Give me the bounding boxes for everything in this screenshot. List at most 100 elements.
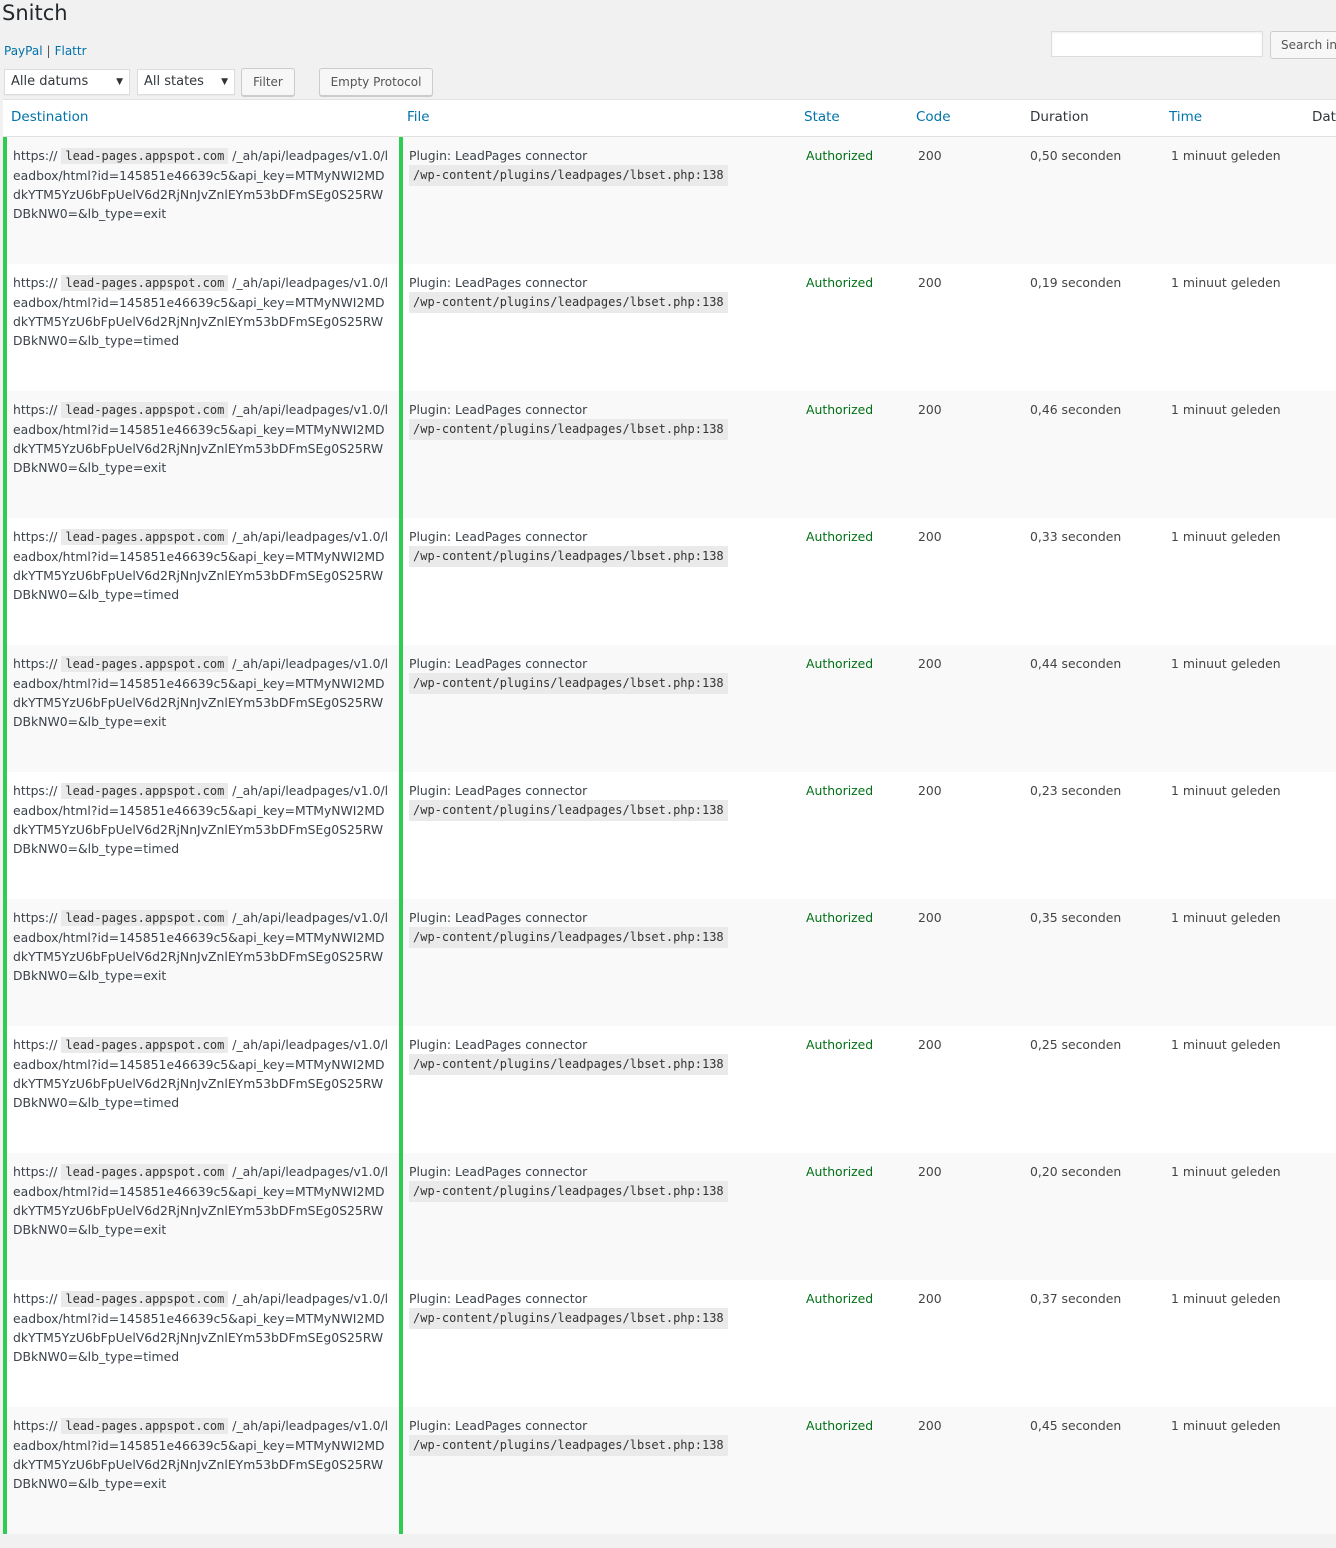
destination-host: lead-pages.appspot.com bbox=[61, 910, 229, 926]
column-file[interactable]: File bbox=[407, 109, 430, 125]
duration-cell: 0,19 seconden bbox=[1030, 275, 1122, 290]
empty-protocol-button[interactable]: Empty Protocol bbox=[319, 68, 433, 96]
state-cell: Authorized bbox=[806, 1164, 874, 1179]
status-indicator bbox=[3, 1407, 7, 1534]
column-state[interactable]: State bbox=[804, 109, 840, 125]
file-cell: Plugin: LeadPages connector/wp-content/p… bbox=[409, 908, 728, 948]
file-label: Plugin: LeadPages connector bbox=[409, 1291, 588, 1306]
destination-host: lead-pages.appspot.com bbox=[61, 1291, 229, 1307]
table-row: https:// lead-pages.appspot.com /_ah/api… bbox=[3, 1280, 1336, 1407]
file-path: /wp-content/plugins/leadpages/lbset.php:… bbox=[409, 1308, 728, 1329]
state-cell: Authorized bbox=[806, 1418, 874, 1433]
file-label: Plugin: LeadPages connector bbox=[409, 910, 588, 925]
chevron-down-icon: ▼ bbox=[116, 77, 123, 87]
time-cell: 1 minuut geleden bbox=[1171, 1037, 1281, 1052]
code-cell: 200 bbox=[918, 1164, 942, 1179]
file-cell: Plugin: LeadPages connector/wp-content/p… bbox=[409, 273, 728, 313]
file-label: Plugin: LeadPages connector bbox=[409, 148, 588, 163]
file-path: /wp-content/plugins/leadpages/lbset.php:… bbox=[409, 546, 728, 567]
date-filter-select[interactable]: Alle datums ▼ bbox=[4, 69, 130, 95]
table-body: https:// lead-pages.appspot.com /_ah/api… bbox=[3, 137, 1336, 1534]
search-button[interactable]: Search in bbox=[1270, 31, 1336, 59]
time-cell: 1 minuut geleden bbox=[1171, 910, 1281, 925]
time-cell: 1 minuut geleden bbox=[1171, 783, 1281, 798]
table-header: Destination File State Code Duration Tim… bbox=[3, 100, 1336, 137]
time-cell: 1 minuut geleden bbox=[1171, 148, 1281, 163]
time-cell: 1 minuut geleden bbox=[1171, 275, 1281, 290]
time-cell: 1 minuut geleden bbox=[1171, 656, 1281, 671]
file-path: /wp-content/plugins/leadpages/lbset.php:… bbox=[409, 673, 728, 694]
time-cell: 1 minuut geleden bbox=[1171, 529, 1281, 544]
code-cell: 200 bbox=[918, 1037, 942, 1052]
code-cell: 200 bbox=[918, 1418, 942, 1433]
filter-button[interactable]: Filter bbox=[241, 68, 295, 96]
status-indicator bbox=[3, 1026, 7, 1153]
destination-cell: https:// lead-pages.appspot.com /_ah/api… bbox=[13, 908, 391, 985]
search-input[interactable] bbox=[1051, 31, 1263, 57]
duration-cell: 0,45 seconden bbox=[1030, 1418, 1122, 1433]
destination-scheme: https:// bbox=[13, 656, 58, 671]
column-time[interactable]: Time bbox=[1169, 109, 1202, 125]
table-row: https:// lead-pages.appspot.com /_ah/api… bbox=[3, 391, 1336, 518]
file-label: Plugin: LeadPages connector bbox=[409, 1164, 588, 1179]
duration-cell: 0,37 seconden bbox=[1030, 1291, 1122, 1306]
destination-cell: https:// lead-pages.appspot.com /_ah/api… bbox=[13, 1416, 391, 1493]
destination-cell: https:// lead-pages.appspot.com /_ah/api… bbox=[13, 654, 391, 731]
file-label: Plugin: LeadPages connector bbox=[409, 783, 588, 798]
file-label: Plugin: LeadPages connector bbox=[409, 656, 588, 671]
status-indicator bbox=[3, 264, 7, 391]
file-path: /wp-content/plugins/leadpages/lbset.php:… bbox=[409, 927, 728, 948]
destination-scheme: https:// bbox=[13, 402, 58, 417]
state-filter-select[interactable]: All states ▼ bbox=[137, 69, 235, 95]
flattr-link[interactable]: Flattr bbox=[55, 44, 87, 58]
file-label: Plugin: LeadPages connector bbox=[409, 529, 588, 544]
state-filter-value: All states bbox=[144, 74, 204, 89]
destination-scheme: https:// bbox=[13, 1291, 58, 1306]
code-cell: 200 bbox=[918, 910, 942, 925]
file-path: /wp-content/plugins/leadpages/lbset.php:… bbox=[409, 292, 728, 313]
time-cell: 1 minuut geleden bbox=[1171, 402, 1281, 417]
table-row: https:// lead-pages.appspot.com /_ah/api… bbox=[3, 1153, 1336, 1280]
destination-host: lead-pages.appspot.com bbox=[61, 275, 229, 291]
destination-cell: https:// lead-pages.appspot.com /_ah/api… bbox=[13, 146, 391, 223]
destination-cell: https:// lead-pages.appspot.com /_ah/api… bbox=[13, 1035, 391, 1112]
state-cell: Authorized bbox=[806, 783, 874, 798]
table-row: https:// lead-pages.appspot.com /_ah/api… bbox=[3, 772, 1336, 899]
column-destination[interactable]: Destination bbox=[11, 109, 88, 125]
table-row: https:// lead-pages.appspot.com /_ah/api… bbox=[3, 137, 1336, 264]
code-cell: 200 bbox=[918, 402, 942, 417]
duration-cell: 0,46 seconden bbox=[1030, 402, 1122, 417]
status-indicator bbox=[399, 264, 403, 391]
time-cell: 1 minuut geleden bbox=[1171, 1164, 1281, 1179]
file-label: Plugin: LeadPages connector bbox=[409, 1037, 588, 1052]
destination-host: lead-pages.appspot.com bbox=[61, 1164, 229, 1180]
state-cell: Authorized bbox=[806, 1037, 874, 1052]
code-cell: 200 bbox=[918, 783, 942, 798]
donate-links: PayPal | Flattr bbox=[4, 44, 87, 58]
status-indicator bbox=[399, 518, 403, 645]
status-indicator bbox=[399, 645, 403, 772]
code-cell: 200 bbox=[918, 529, 942, 544]
status-indicator bbox=[3, 645, 7, 772]
destination-host: lead-pages.appspot.com bbox=[61, 783, 229, 799]
destination-scheme: https:// bbox=[13, 1418, 58, 1433]
column-date: Dat bbox=[1312, 109, 1336, 125]
status-indicator bbox=[399, 1280, 403, 1407]
destination-scheme: https:// bbox=[13, 1037, 58, 1052]
status-indicator bbox=[3, 1280, 7, 1407]
file-cell: Plugin: LeadPages connector/wp-content/p… bbox=[409, 1416, 728, 1456]
column-duration: Duration bbox=[1030, 109, 1089, 125]
column-code[interactable]: Code bbox=[916, 109, 951, 125]
destination-host: lead-pages.appspot.com bbox=[61, 1418, 229, 1434]
code-cell: 200 bbox=[918, 148, 942, 163]
duration-cell: 0,25 seconden bbox=[1030, 1037, 1122, 1052]
destination-scheme: https:// bbox=[13, 1164, 58, 1179]
page-title: Snitch bbox=[2, 1, 68, 25]
state-cell: Authorized bbox=[806, 1291, 874, 1306]
paypal-link[interactable]: PayPal bbox=[4, 44, 43, 58]
destination-cell: https:// lead-pages.appspot.com /_ah/api… bbox=[13, 400, 391, 477]
destination-cell: https:// lead-pages.appspot.com /_ah/api… bbox=[13, 527, 391, 604]
status-indicator bbox=[399, 772, 403, 899]
state-cell: Authorized bbox=[806, 910, 874, 925]
table-row: https:// lead-pages.appspot.com /_ah/api… bbox=[3, 264, 1336, 391]
